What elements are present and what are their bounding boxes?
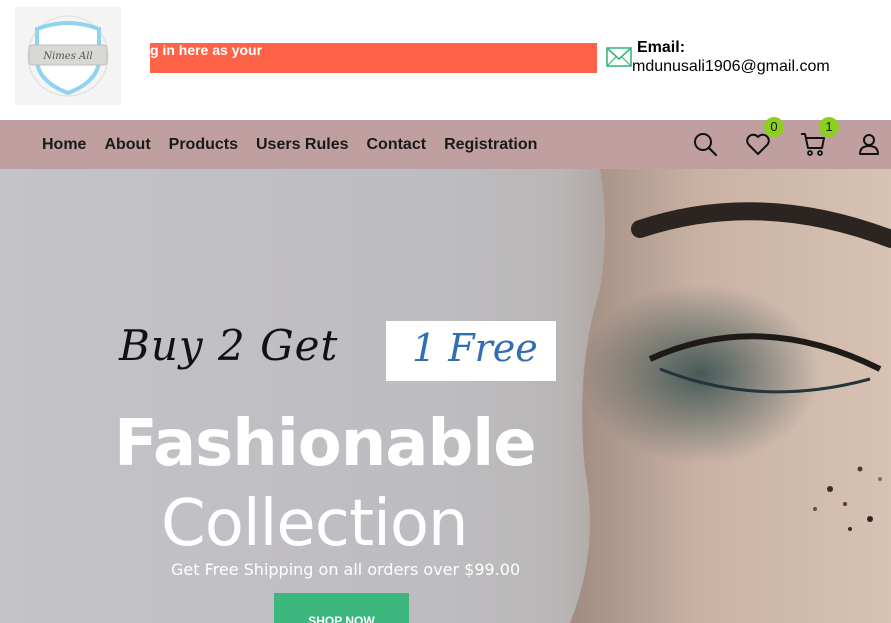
site-logo[interactable]: Nimes All (15, 7, 121, 105)
nav-link-about[interactable]: About (104, 136, 150, 154)
hero-subtitle: Get Free Shipping on all orders over $99… (171, 560, 521, 579)
promo-prefix: Buy 2 Get (119, 321, 339, 370)
nav-link-users-rules[interactable]: Users Rules (256, 136, 349, 154)
nav-link-registration[interactable]: Registration (444, 136, 537, 154)
wishlist-count-badge: 0 (764, 117, 784, 137)
nav-link-products[interactable]: Products (169, 136, 238, 154)
nav-link-home[interactable]: Home (42, 136, 86, 154)
main-navbar: Home About Products Users Rules Contact … (0, 120, 891, 169)
cart-count-badge: 1 (819, 117, 839, 137)
logo-text: Nimes All (42, 51, 92, 62)
envelope-icon (606, 47, 632, 67)
shop-now-button[interactable]: SHOP NOW (274, 593, 409, 623)
marquee-text: g in here as your (150, 43, 263, 58)
hero-banner: Buy 2 Get 1 Free Fashionable Collection … (0, 169, 891, 623)
nav-link-contact[interactable]: Contact (367, 136, 427, 154)
promo-highlight: 1 Free (412, 326, 538, 370)
top-header: Nimes All g in here as your Email: mdunu… (0, 0, 891, 120)
email-address[interactable]: mdunusali1906@gmail.com (632, 58, 830, 76)
email-label: Email: (637, 39, 686, 56)
hero-title-line2: Collection (161, 487, 469, 561)
announcement-marquee: g in here as your (150, 43, 597, 73)
hero-title-line1: Fashionable (114, 407, 537, 481)
user-icon[interactable] (856, 131, 882, 157)
search-icon[interactable] (692, 131, 718, 157)
nav-links: Home About Products Users Rules Contact … (42, 120, 555, 169)
crest-logo-icon: Nimes All (27, 15, 109, 97)
